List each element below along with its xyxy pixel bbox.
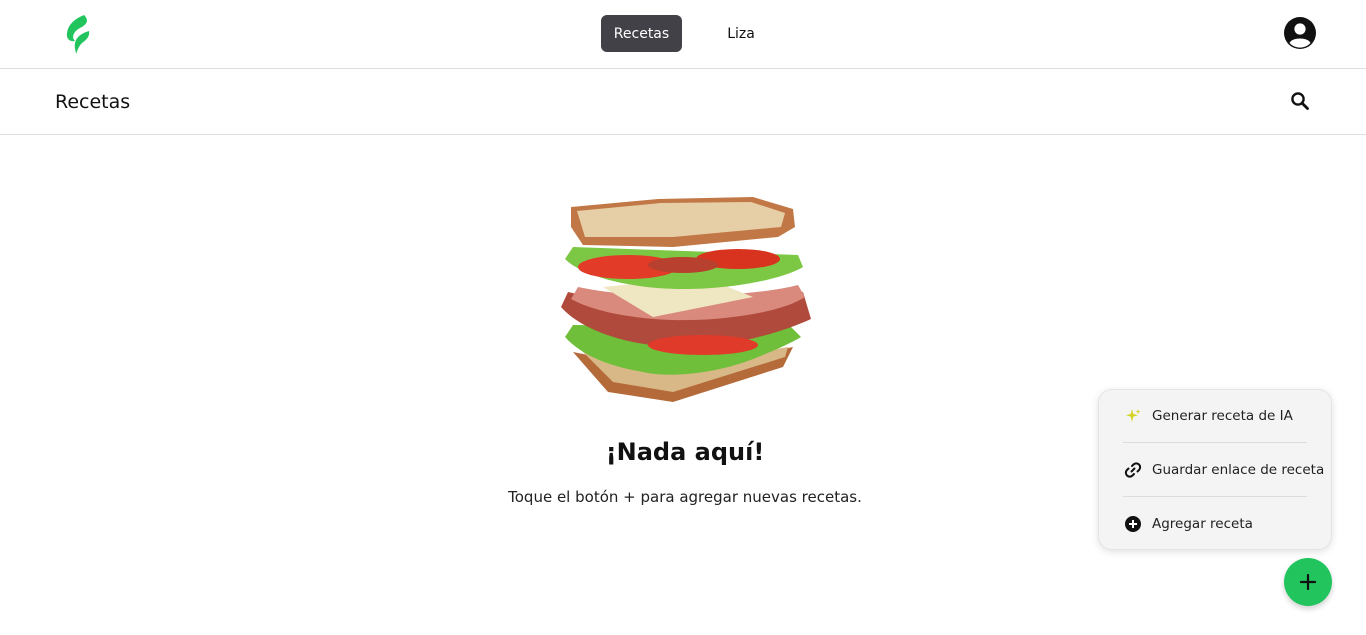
add-button[interactable] [1284,558,1332,606]
menu-item-add-recipe[interactable]: Agregar receta [1099,498,1333,550]
menu-item-label: Generar receta de IA [1152,408,1293,424]
menu-item-label: Agregar receta [1152,516,1253,532]
plus-icon [1299,573,1317,591]
menu-item-label: Guardar enlace de receta [1152,462,1325,478]
account-circle-icon[interactable] [1283,16,1317,50]
plus-circle-icon [1124,515,1142,533]
search-icon[interactable] [1288,89,1312,113]
sandwich-illustration [553,197,817,407]
menu-item-save-recipe-link[interactable]: Guardar enlace de receta [1099,444,1333,496]
link-icon [1124,461,1142,479]
menu-divider [1123,442,1307,443]
menu-item-generate-ai-recipe[interactable]: Generar receta de IA [1099,390,1333,442]
leaf-logo-icon[interactable] [62,13,94,55]
menu-divider [1123,496,1307,497]
tab-liza[interactable]: Liza [716,15,766,52]
tab-recetas[interactable]: Recetas [601,15,682,52]
page-header: Recetas [0,69,1366,135]
page-title: Recetas [55,91,131,113]
sparkles-icon [1124,407,1142,425]
add-recipe-menu: Generar receta de IA Guardar enlace de r… [1098,389,1332,550]
top-navigation-bar: Recetas Liza [0,0,1366,69]
